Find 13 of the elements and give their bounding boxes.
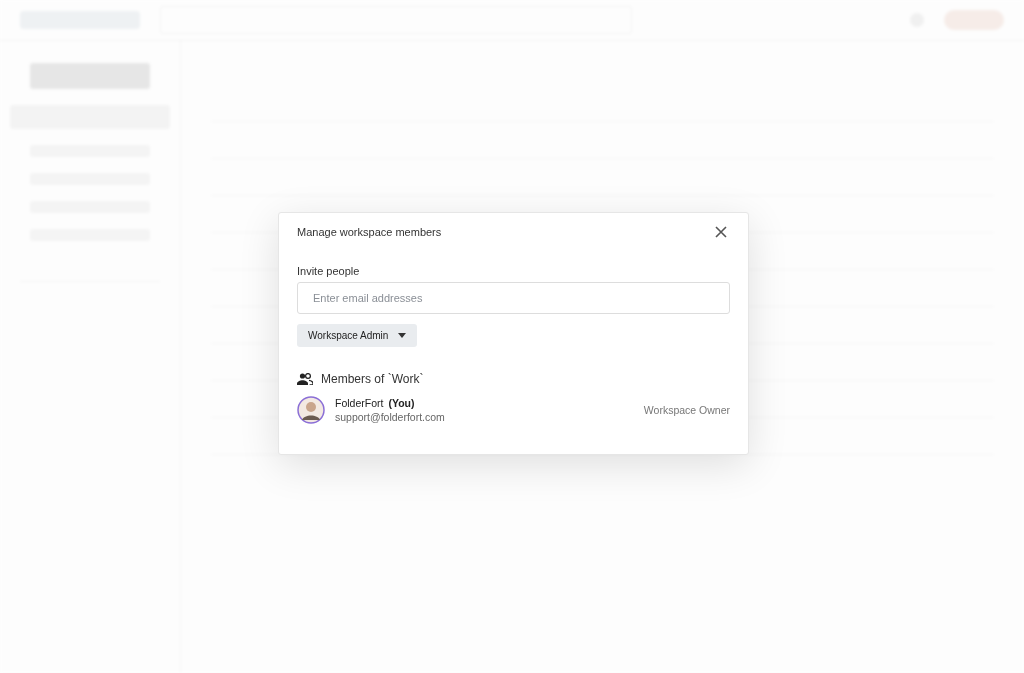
email-input-field[interactable]: Enter email addresses	[297, 282, 730, 314]
member-tag: (You)	[388, 397, 415, 409]
role-dropdown[interactable]: Workspace Admin	[297, 324, 418, 347]
member-name: FolderFort	[335, 397, 384, 409]
close-icon	[714, 225, 728, 239]
member-role: Workspace Owner	[643, 404, 730, 416]
people-icon	[297, 373, 313, 385]
field-label: Invite people	[297, 265, 361, 277]
avatar-icon	[297, 396, 325, 424]
section-heading: Members of `Work`	[321, 372, 424, 386]
caret-icon	[398, 333, 407, 338]
member-email: support@folderfort.com	[335, 411, 446, 423]
dialog-title: Manage workspace members	[297, 226, 442, 238]
